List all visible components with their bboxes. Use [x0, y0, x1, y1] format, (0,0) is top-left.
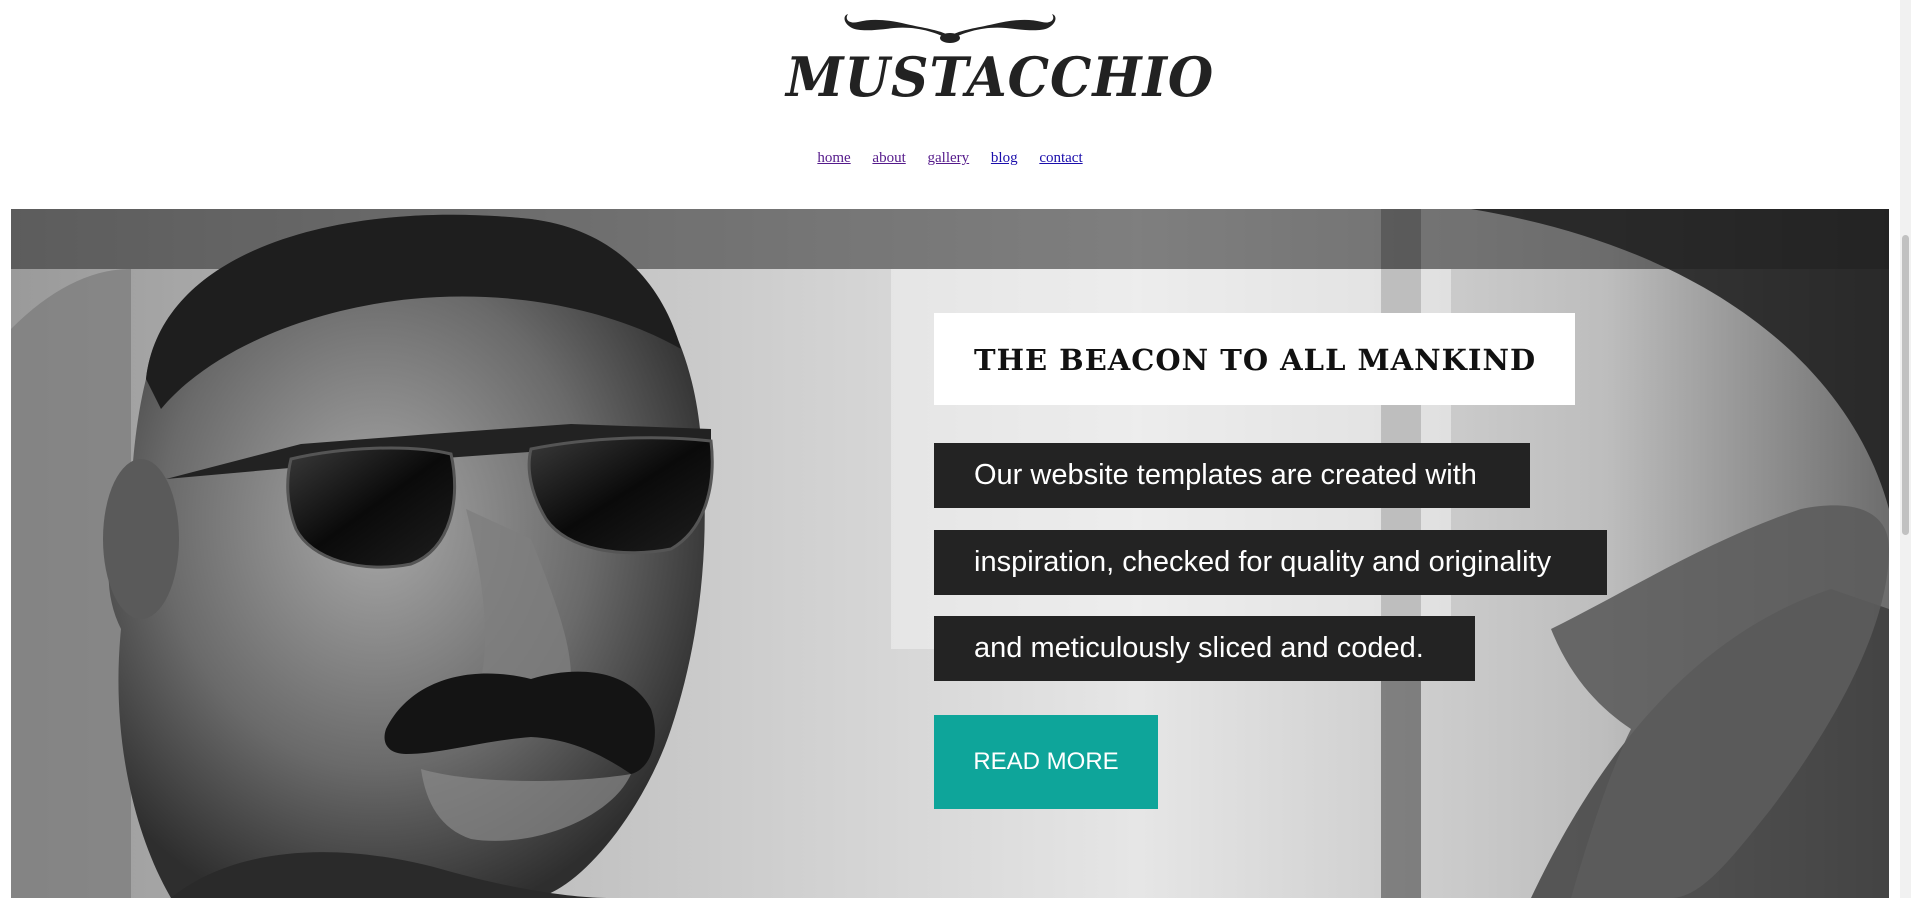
- vertical-scrollbar[interactable]: [1900, 0, 1911, 898]
- logo-text: MUSTACCHIO: [786, 45, 1215, 110]
- nav-link-contact[interactable]: contact: [1039, 150, 1082, 166]
- hero-headline: THE BEACON TO ALL MANKIND: [974, 343, 1537, 377]
- scrollbar-thumb[interactable]: [1902, 235, 1909, 535]
- main-nav: home about gallery blog contact: [0, 150, 1900, 167]
- nav-link-about[interactable]: about: [872, 150, 905, 166]
- nav-link-gallery[interactable]: gallery: [928, 150, 970, 166]
- hero-text-line: inspiration, checked for quality and ori…: [934, 530, 1607, 595]
- nav-link-blog[interactable]: blog: [991, 150, 1018, 166]
- hero-text-line: Our website templates are created with: [934, 443, 1530, 508]
- page: MUSTACCHIO home about gallery blog conta…: [0, 0, 1911, 898]
- site-logo[interactable]: MUSTACCHIO: [786, 10, 1215, 110]
- nav-link-home[interactable]: home: [817, 150, 850, 166]
- read-more-button[interactable]: READ MORE: [934, 715, 1158, 809]
- hero-text-line: and meticulously sliced and coded.: [934, 616, 1475, 681]
- headline-box: THE BEACON TO ALL MANKIND: [934, 313, 1575, 405]
- hero-banner: THE BEACON TO ALL MANKIND Our website te…: [11, 209, 1889, 898]
